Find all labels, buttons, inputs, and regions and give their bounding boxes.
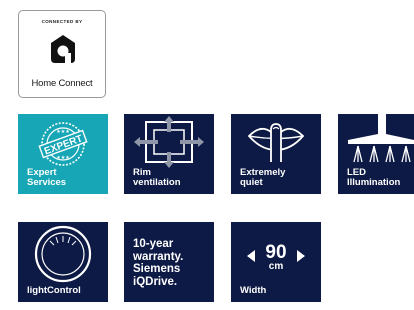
- warranty-text: 10-year warranty. Siemens iQDrive.: [133, 238, 183, 288]
- rim-caption-line2: ventilation: [133, 177, 181, 188]
- home-connect-logo-icon: [51, 35, 75, 63]
- svg-text:★★★: ★★★: [56, 129, 70, 135]
- home-connect-name: Home Connect: [31, 78, 93, 89]
- warranty-line3: Siemens: [133, 263, 181, 275]
- width-value: 90: [265, 242, 287, 263]
- tile-width: 90 cm Width: [231, 222, 321, 302]
- expert-caption-line2: Services: [27, 177, 67, 188]
- led-caption: LED Illumination: [347, 168, 400, 188]
- led-caption-line2: Illumination: [347, 177, 401, 188]
- svg-text:★★★: ★★★: [56, 155, 70, 161]
- light-caption: lightControl: [27, 285, 81, 296]
- rim-caption: Rim ventilation: [133, 168, 181, 188]
- quiet-caption-line2: quiet: [240, 177, 263, 188]
- warranty-line2: warranty.: [133, 250, 184, 263]
- warranty-line4: iQDrive.: [133, 275, 178, 288]
- tile-rim-ventilation: Rim ventilation: [124, 114, 214, 194]
- tile-light-control: lightControl: [18, 222, 108, 302]
- quiet-caption: Extremely quiet: [240, 168, 285, 188]
- tile-extremely-quiet: Extremely quiet: [231, 114, 321, 194]
- connected-by-label: CONNECTED BY: [41, 19, 83, 24]
- width-caption: Width: [240, 285, 267, 296]
- tile-expert-services: EXPERT ★★★ ★★★ Expert Services: [18, 114, 108, 194]
- tile-led-illumination: LED Illumination: [338, 114, 414, 194]
- home-connect-badge: CONNECTED BY Home Connect: [18, 10, 106, 98]
- warranty-line1: 10-year: [133, 238, 174, 250]
- expert-caption: Expert Services: [27, 168, 66, 188]
- width-unit: cm: [268, 261, 284, 272]
- tile-warranty: 10-year warranty. Siemens iQDrive.: [124, 222, 214, 302]
- width-value-block: 90 cm: [231, 242, 321, 272]
